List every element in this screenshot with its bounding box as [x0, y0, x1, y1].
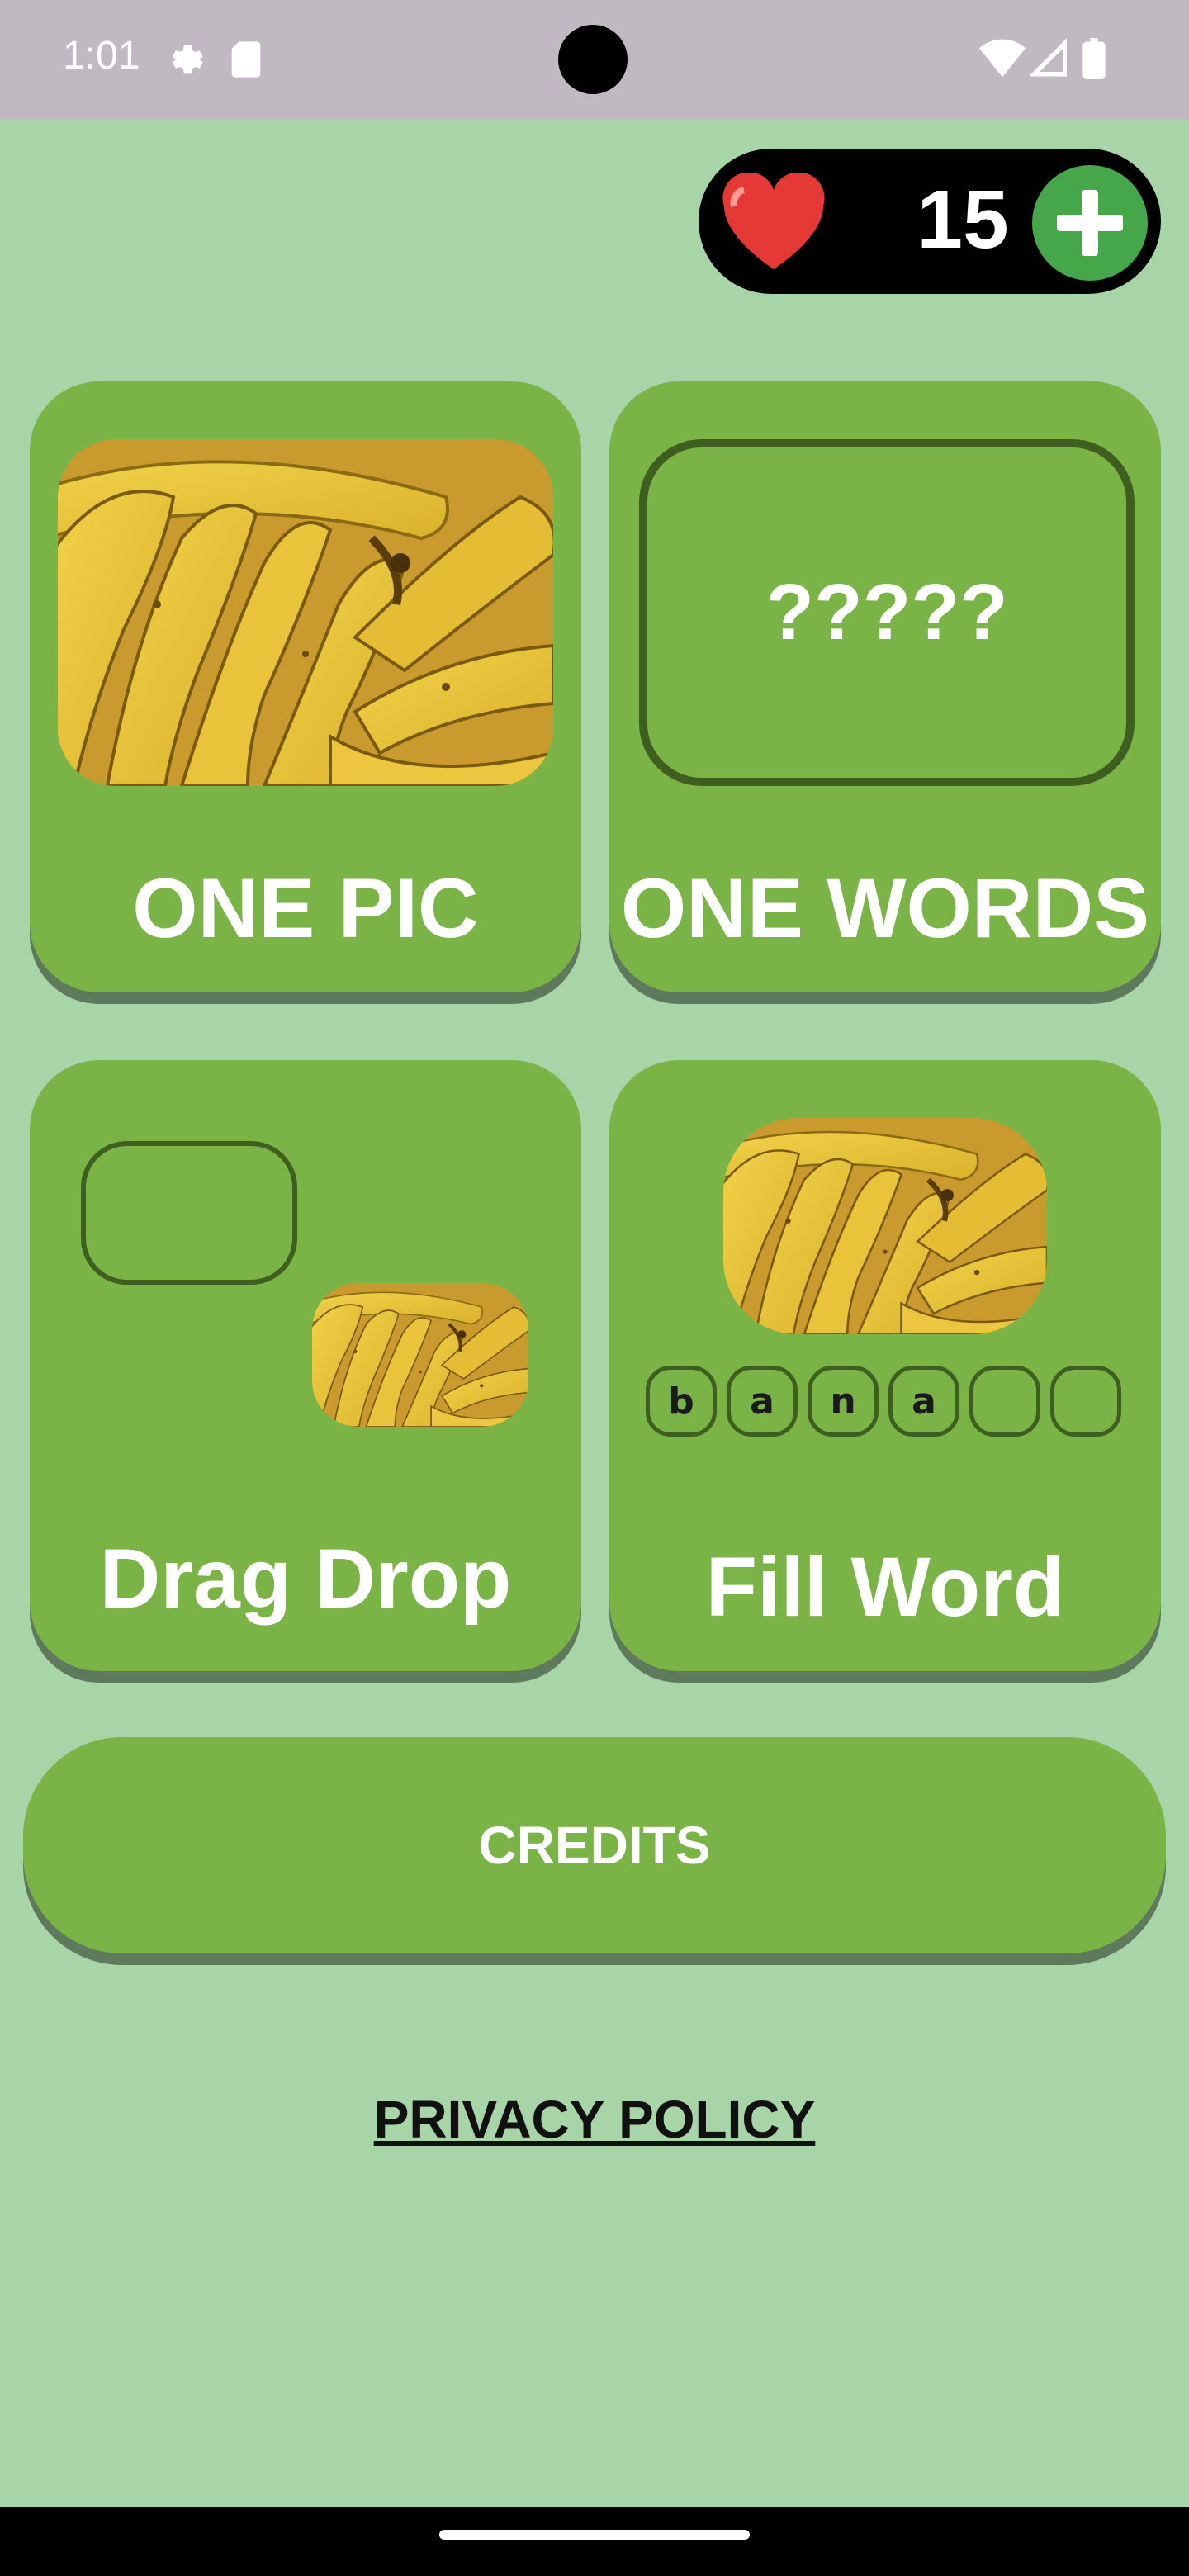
fill-word-banana-image: [723, 1118, 1047, 1334]
privacy-policy-link[interactable]: PRIVACY POLICY: [0, 2089, 1189, 2150]
letter-slot: a: [727, 1366, 798, 1437]
status-time: 1:01: [63, 34, 140, 78]
banana-image: [58, 439, 553, 786]
heart-icon: [722, 173, 825, 269]
letter-slot: [969, 1366, 1040, 1437]
hidden-word-box: ?????: [639, 439, 1135, 786]
credits-button[interactable]: CREDITS: [23, 1737, 1166, 1953]
signal-icon: [1030, 38, 1067, 77]
one-pic-title: ONE PIC: [132, 861, 479, 955]
camera-cutout: [558, 25, 628, 94]
credits-label: CREDITS: [478, 1816, 711, 1875]
drag-drop-mode-card[interactable]: Drag Drop: [30, 1060, 581, 1671]
letter-slot: a: [888, 1366, 959, 1437]
one-words-title: ONE WORDS: [620, 861, 1150, 955]
drop-target-slot: [81, 1141, 297, 1285]
sd-card-icon: [231, 41, 261, 78]
wifi-icon: [979, 39, 1026, 78]
gear-icon: [172, 45, 203, 74]
battery-icon: [1082, 38, 1106, 79]
navigation-bar: [0, 2507, 1189, 2576]
one-pic-mode-card[interactable]: ONE PIC: [30, 381, 581, 992]
drag-drop-title: Drag Drop: [99, 1532, 512, 1626]
fill-word-title: Fill Word: [705, 1540, 1065, 1634]
home-indicator[interactable]: [439, 2530, 750, 2540]
status-bar: 1:01: [0, 0, 1189, 119]
letter-slot: [1050, 1366, 1121, 1437]
lives-count: 15: [917, 173, 1009, 266]
add-lives-button[interactable]: [1032, 165, 1148, 281]
fill-word-mode-card[interactable]: b a n a Fill Word: [609, 1060, 1161, 1671]
lives-counter: 15: [699, 149, 1161, 294]
draggable-banana-image: [312, 1283, 528, 1427]
letter-slots: b a n a: [646, 1366, 1125, 1440]
letter-slot: b: [646, 1366, 717, 1437]
one-words-mode-card[interactable]: ????? ONE WORDS: [609, 381, 1161, 992]
hidden-word-placeholder: ?????: [765, 568, 1008, 656]
letter-slot: n: [808, 1366, 879, 1437]
plus-icon: [1057, 190, 1123, 256]
